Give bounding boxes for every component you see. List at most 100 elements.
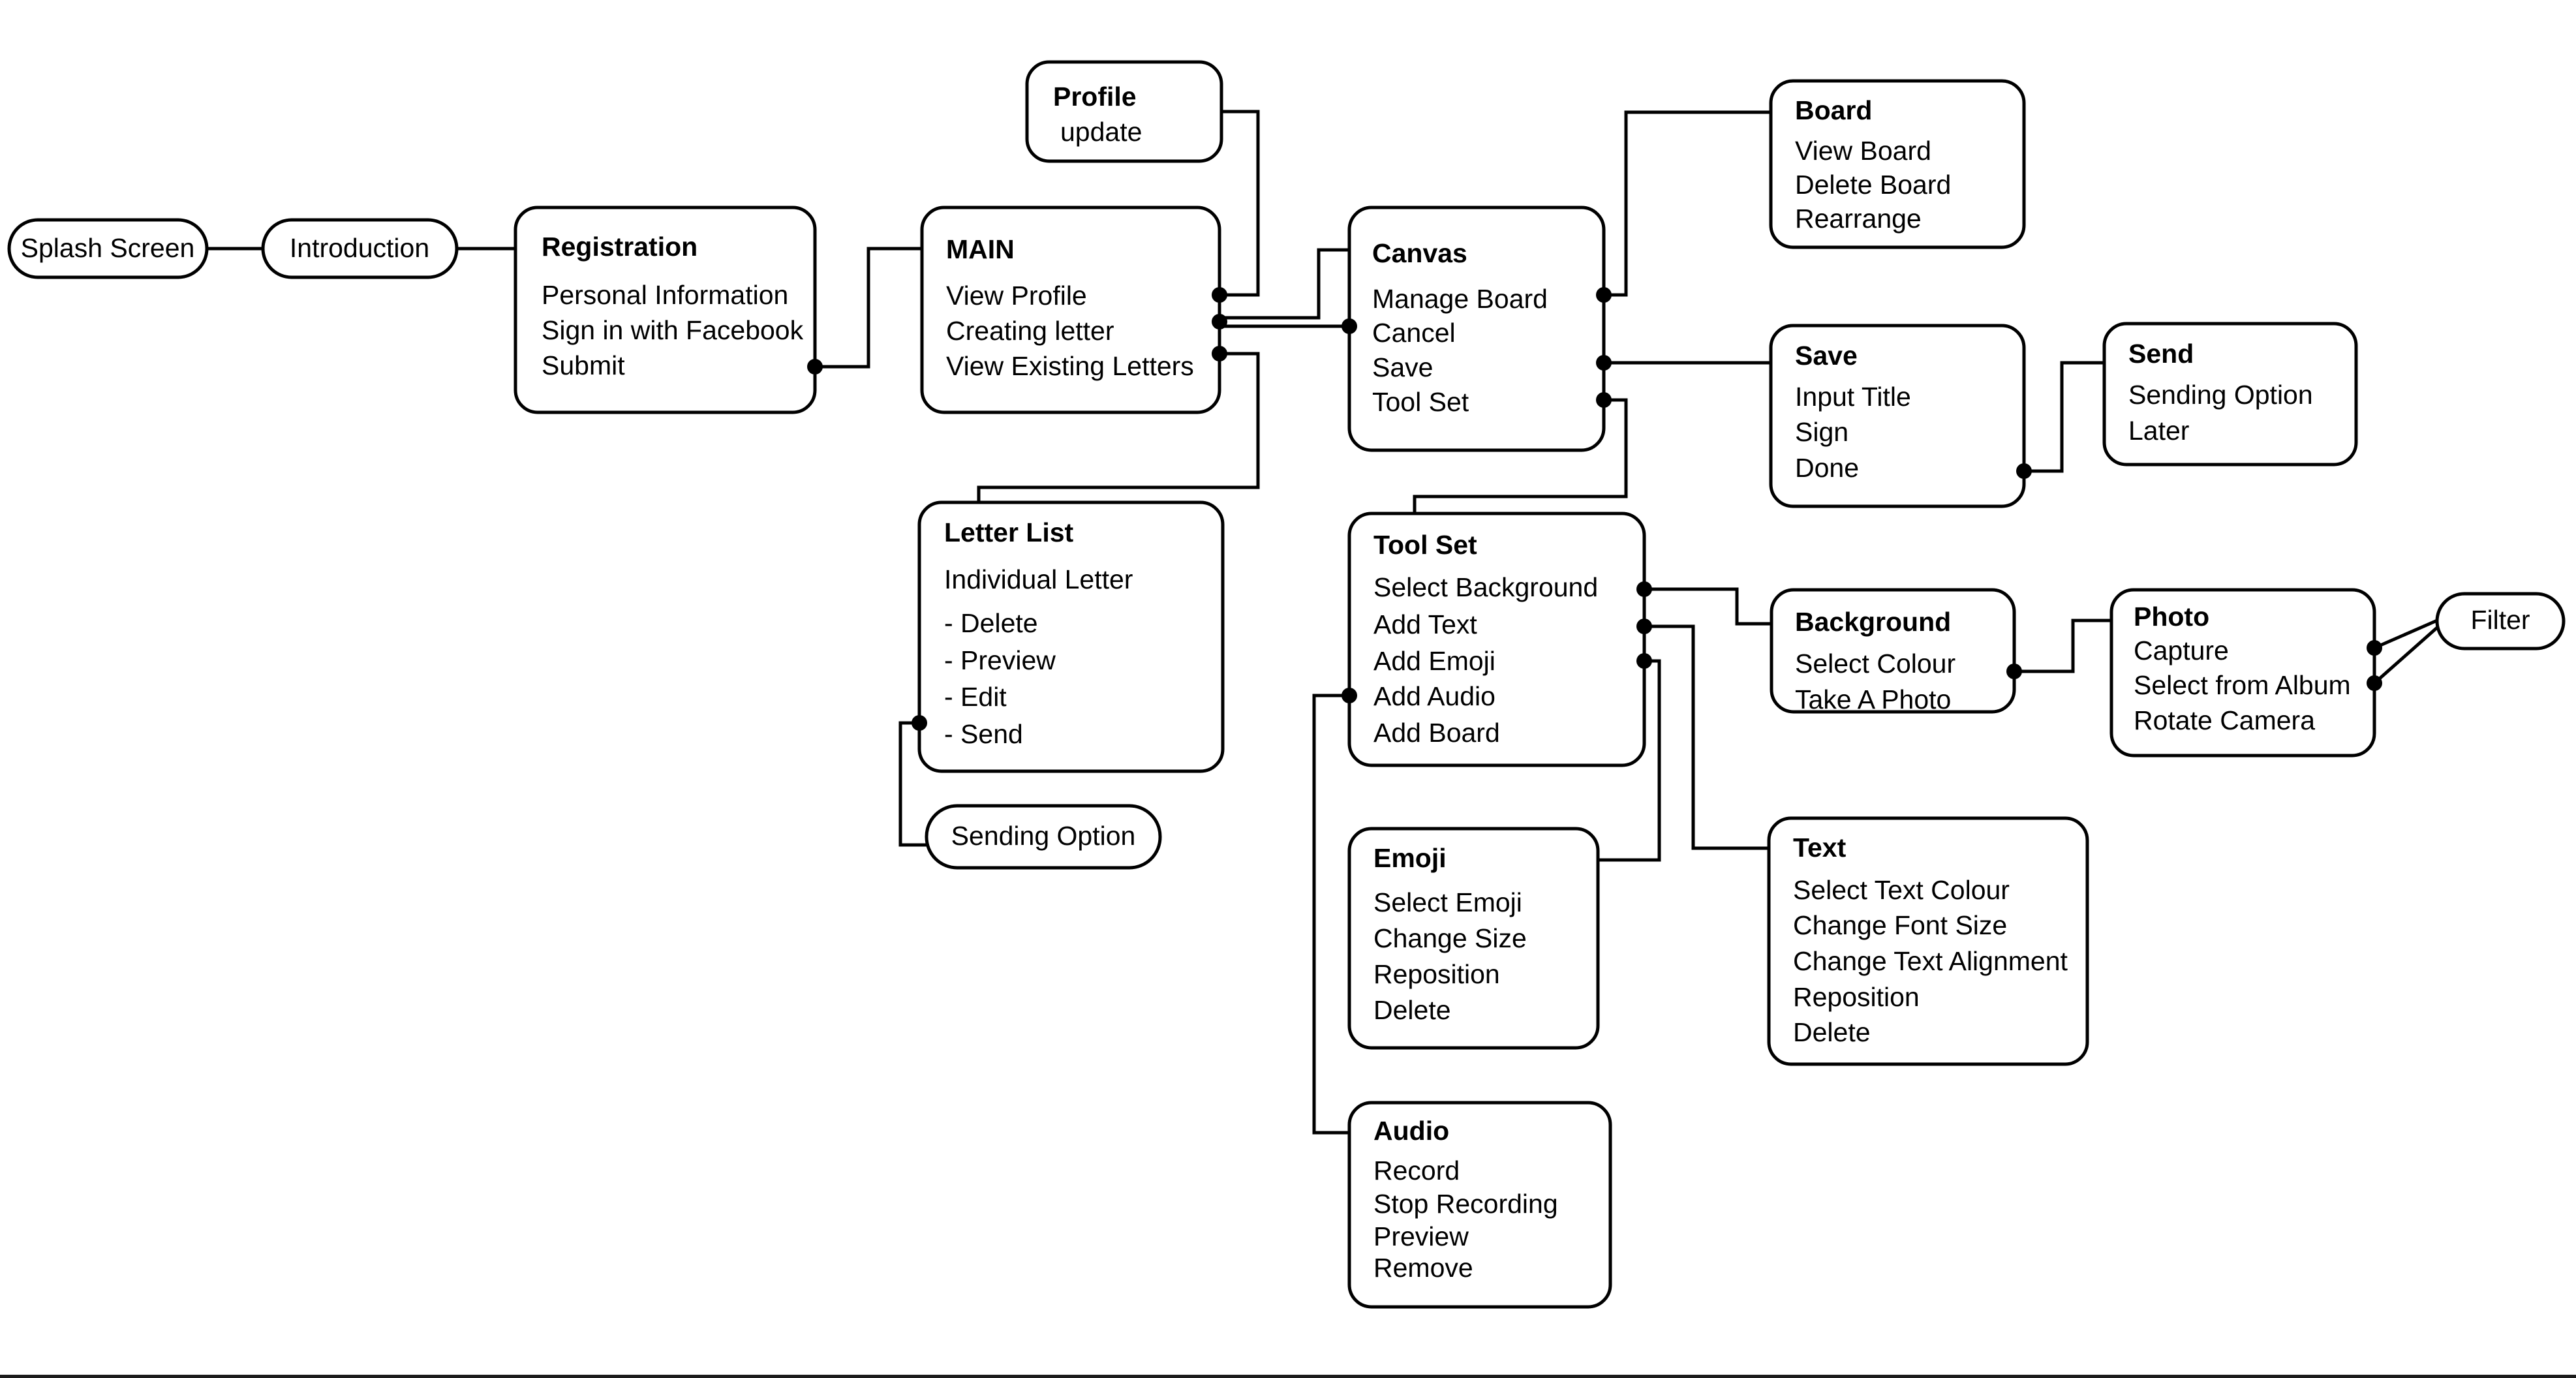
tool-set-title: Tool Set <box>1373 530 1477 560</box>
node-background[interactable]: Background Select Colour Take A Photo <box>1770 588 2016 714</box>
node-audio[interactable]: Audio Record Stop Recording Preview Remo… <box>1347 1101 1612 1309</box>
letter-list-item-1: - Delete <box>944 608 1038 638</box>
tool-set-item-2: Add Emoji <box>1373 646 1495 676</box>
canvas-item-0: Manage Board <box>1372 284 1548 314</box>
board-item-1: Delete Board <box>1795 170 1951 200</box>
canvas-item-2: Save <box>1372 352 1433 382</box>
profile-title: Profile <box>1053 82 1137 112</box>
node-introduction[interactable]: Introduction <box>261 218 459 279</box>
audio-item-2: Preview <box>1373 1221 1469 1251</box>
dot-canvas-manage-board <box>1596 287 1612 303</box>
photo-item-0: Capture <box>2134 635 2229 666</box>
letter-list-item-4: - Send <box>944 719 1023 749</box>
node-send[interactable]: Send Sending Option Later <box>2102 322 2358 467</box>
edge-canvas-to-board <box>1604 110 1771 297</box>
background-item-1: Take A Photo <box>1795 684 1951 714</box>
letter-list-item-0: Individual Letter <box>944 564 1133 594</box>
main-item-2: View Existing Letters <box>946 351 1194 381</box>
node-main[interactable]: MAIN View Profile Creating letter View E… <box>920 206 1221 414</box>
edge-save-to-send <box>2024 361 2104 473</box>
flowchart-canvas: Splash Screen Introduction Registration … <box>0 0 2576 1378</box>
letter-list-item-3: - Edit <box>944 682 1007 712</box>
dot-main-creating-letter <box>1212 314 1227 329</box>
dot-canvas-tool-set <box>1596 392 1612 408</box>
emoji-item-1: Change Size <box>1373 923 1527 953</box>
text-item-4: Delete <box>1793 1017 1871 1047</box>
canvas-title: Canvas <box>1372 238 1467 268</box>
splash-screen-label: Splash Screen <box>21 233 195 263</box>
dot-photo-capture <box>2367 640 2382 656</box>
filter-label: Filter <box>2470 605 2530 635</box>
dot-toolset-add-audio <box>1342 688 1357 703</box>
emoji-item-3: Delete <box>1373 995 1451 1025</box>
registration-item-0: Personal Information <box>542 280 788 310</box>
registration-title: Registration <box>542 232 698 262</box>
node-filter[interactable]: Filter <box>2435 592 2566 651</box>
canvas-item-3: Tool Set <box>1372 387 1469 417</box>
dot-main-view-profile <box>1212 287 1227 303</box>
save-title: Save <box>1795 341 1858 371</box>
dot-save-done <box>2016 463 2032 479</box>
dot-toolset-select-background <box>1636 581 1652 597</box>
send-title: Send <box>2128 339 2194 369</box>
audio-item-0: Record <box>1373 1156 1460 1186</box>
dot-background-take-a-photo <box>2006 664 2022 679</box>
text-item-0: Select Text Colour <box>1793 875 2010 905</box>
dot-photo-select-from-album <box>2367 675 2382 691</box>
audio-title: Audio <box>1373 1116 1449 1146</box>
photo-item-1: Select from Album <box>2134 670 2351 700</box>
node-tool-set[interactable]: Tool Set Select Background Add Text Add … <box>1347 512 1646 767</box>
tool-set-item-4: Add Board <box>1373 718 1500 748</box>
edge-background-to-photo <box>2014 619 2111 673</box>
main-item-0: View Profile <box>946 281 1087 311</box>
node-photo[interactable]: Photo Capture Select from Album Rotate C… <box>2109 588 2376 758</box>
board-item-2: Rearrange <box>1795 204 1922 234</box>
node-splash-screen[interactable]: Splash Screen <box>7 218 209 279</box>
emoji-item-2: Reposition <box>1373 959 1500 989</box>
node-emoji[interactable]: Emoji Select Emoji Change Size Repositio… <box>1347 827 1600 1050</box>
save-item-0: Input Title <box>1795 382 1911 412</box>
text-item-3: Reposition <box>1793 982 1920 1012</box>
registration-item-1: Sign in with Facebook <box>542 315 804 345</box>
dot-toolset-add-text <box>1636 619 1652 634</box>
edge-registration-to-main <box>815 247 922 369</box>
node-registration[interactable]: Registration Personal Information Sign i… <box>514 206 817 414</box>
bottom-rule <box>0 1375 2576 1378</box>
dot-letter-list-send <box>912 715 927 731</box>
dot-main-view-existing-letters <box>1212 346 1227 361</box>
sending-option-label: Sending Option <box>951 821 1136 851</box>
edge-main-to-profile <box>1219 110 1260 297</box>
dot-registration-submit <box>807 359 823 375</box>
main-title: MAIN <box>946 234 1015 264</box>
node-save[interactable]: Save Input Title Sign Done <box>1769 324 2026 508</box>
edge-toolset-to-audio <box>1312 694 1349 1135</box>
audio-item-3: Remove <box>1373 1253 1473 1283</box>
node-sending-option[interactable]: Sending Option <box>925 804 1162 870</box>
node-letter-list[interactable]: Letter List Individual Letter - Delete -… <box>917 500 1225 773</box>
flowchart-svg: Splash Screen Introduction Registration … <box>7 60 2566 1309</box>
emoji-title: Emoji <box>1373 843 1447 873</box>
audio-item-1: Stop Recording <box>1373 1189 1558 1219</box>
background-title: Background <box>1795 607 1951 637</box>
dot-canvas-cancel-in <box>1342 318 1357 334</box>
node-text[interactable]: Text Select Text Colour Change Font Size… <box>1767 816 2089 1066</box>
main-item-1: Creating letter <box>946 316 1114 346</box>
introduction-label: Introduction <box>290 233 429 263</box>
board-item-0: View Board <box>1795 136 1931 166</box>
edge-toolset-to-text <box>1644 624 1769 850</box>
profile-item-0: update <box>1060 117 1142 147</box>
node-canvas[interactable]: Canvas Manage Board Cancel Save Tool Set <box>1347 206 1606 452</box>
registration-item-2: Submit <box>542 350 625 380</box>
photo-item-2: Rotate Camera <box>2134 705 2315 735</box>
background-item-0: Select Colour <box>1795 649 1955 679</box>
send-item-1: Later <box>2128 416 2189 446</box>
node-board[interactable]: Board View Board Delete Board Rearrange <box>1769 79 2026 249</box>
emoji-item-0: Select Emoji <box>1373 887 1522 917</box>
tool-set-item-3: Add Audio <box>1373 681 1495 711</box>
edge-main-to-canvas-upper <box>1219 248 1349 320</box>
node-profile[interactable]: Profile update <box>1025 60 1223 163</box>
letter-list-title: Letter List <box>944 517 1074 547</box>
send-item-0: Sending Option <box>2128 380 2313 410</box>
text-item-1: Change Font Size <box>1793 910 2007 940</box>
dot-toolset-add-emoji <box>1636 653 1652 669</box>
